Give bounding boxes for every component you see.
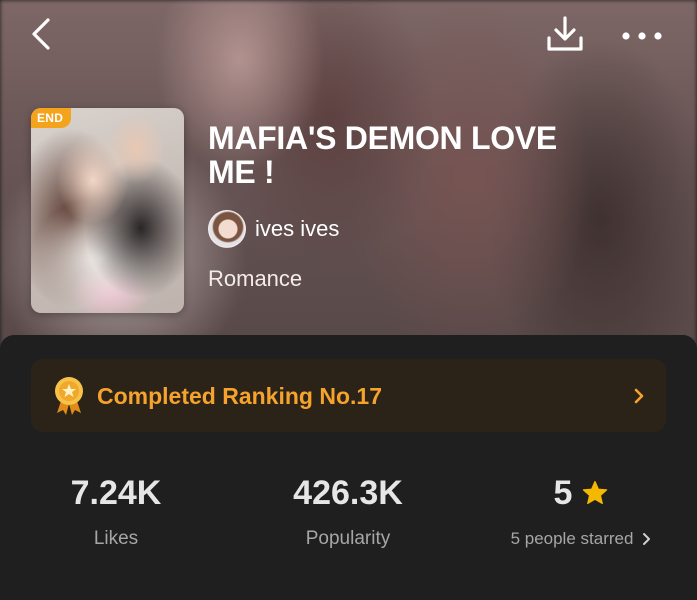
author-name[interactable]: ives ives: [255, 216, 339, 242]
rating-value: 5: [553, 474, 573, 512]
popularity-stat: 426.3K Popularity: [232, 474, 464, 550]
likes-label: Likes: [93, 528, 139, 549]
popularity-label: Popularity: [305, 528, 391, 549]
more-options-button[interactable]: [618, 22, 666, 50]
end-badge: END: [31, 108, 72, 128]
people-starred-label: 5 people starred: [510, 529, 634, 548]
chevron-right-icon: [634, 388, 644, 404]
chevron-left-icon: [32, 18, 50, 50]
more-horizontal-icon: [622, 32, 662, 40]
ranking-label: Completed Ranking No.17: [97, 383, 382, 409]
people-starred-link[interactable]: 5 people starred: [465, 528, 697, 550]
top-bar: [0, 0, 697, 72]
author-avatar[interactable]: [208, 210, 246, 248]
genre-label[interactable]: Romance: [208, 266, 302, 292]
medal-icon: [55, 377, 83, 415]
book-title: MAFIA'S DEMON LOVE ME !: [208, 120, 557, 190]
author-row[interactable]: ives ives: [208, 210, 339, 248]
download-icon: [547, 16, 583, 51]
rating-row: 5: [465, 474, 697, 512]
ranking-card[interactable]: Completed Ranking No.17: [31, 359, 666, 432]
likes-stat: 7.24K Likes: [0, 474, 232, 550]
rating-stat: 5 5 people starred: [465, 474, 697, 550]
chevron-right-icon: [643, 533, 651, 545]
book-stats-panel: Completed Ranking No.17 7.24K Likes 426.…: [0, 335, 697, 600]
back-button[interactable]: [26, 14, 62, 54]
star-icon: [583, 480, 608, 505]
download-button[interactable]: [544, 14, 586, 56]
book-cover[interactable]: END: [31, 108, 184, 313]
popularity-value: 426.3K: [293, 474, 403, 512]
likes-value: 7.24K: [70, 474, 162, 512]
